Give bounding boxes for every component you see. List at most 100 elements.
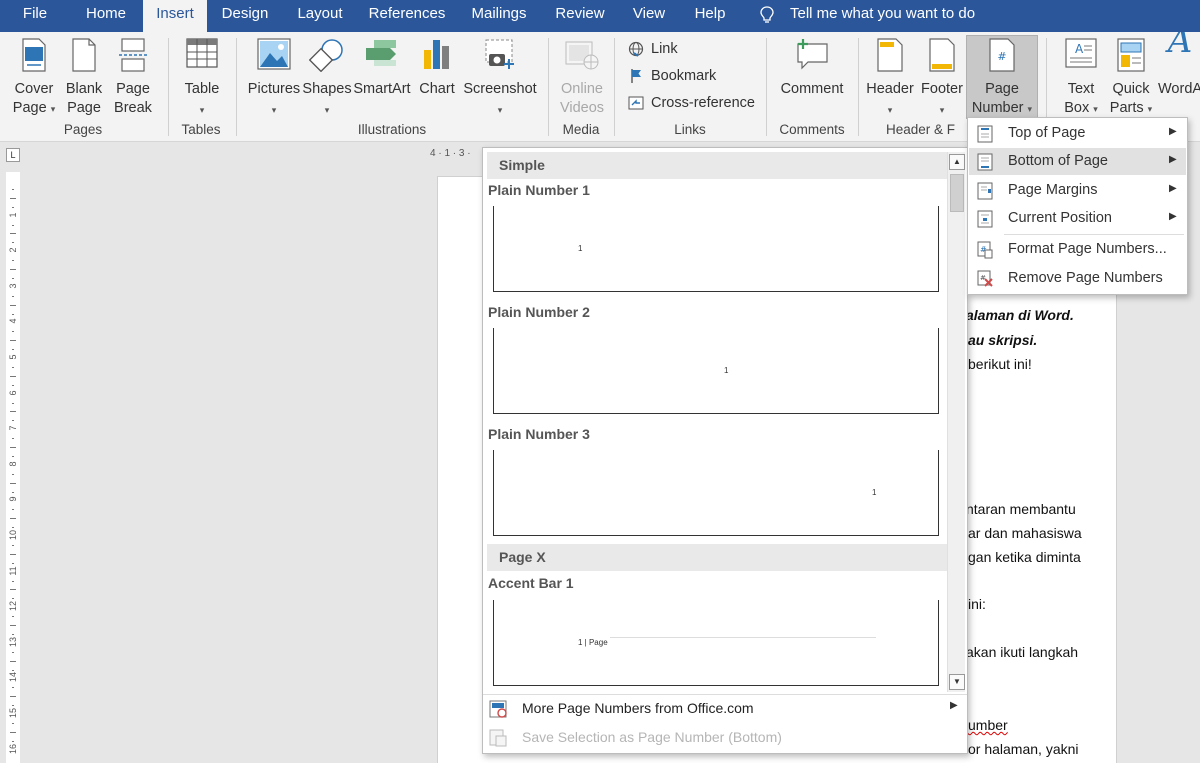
menu-item-remove-page-numbers[interactable]: # Remove Page Numbers (969, 265, 1186, 292)
save-selection-icon (489, 729, 507, 747)
ruler-tick (12, 295, 14, 297)
ruler-tick (12, 384, 14, 386)
ruler-tick (10, 375, 16, 377)
scrollbar-thumb[interactable] (950, 174, 964, 212)
chart-label: Chart (419, 81, 455, 97)
pictures-button[interactable]: Pictures ▾ (246, 38, 302, 120)
vertical-ruler: 1 2 3 4 5 6 7 8 9 10 11 12 13 14 15 16 (6, 172, 20, 763)
shapes-button[interactable]: Shapes ▾ (302, 38, 352, 120)
cover-page-label-1: Cover (14, 81, 54, 97)
gallery-item-title: Accent Bar 1 (488, 575, 574, 591)
current-position-label: Current Position (1008, 210, 1112, 226)
tab-references[interactable]: References (364, 0, 450, 32)
cross-reference-icon (628, 96, 644, 110)
chevron-down-icon: ▾ (271, 105, 277, 115)
ruler-tick (12, 598, 14, 600)
ruler-tick (10, 233, 16, 235)
comment-label: Comment (780, 81, 844, 97)
ruler-tick (12, 687, 14, 689)
ruler-tick (10, 411, 16, 413)
page-number-label-2: Number (971, 100, 1024, 116)
ruler-number: 11 (8, 565, 18, 576)
ruler-tick (12, 527, 14, 529)
ruler-tick (12, 455, 14, 457)
tab-insert[interactable]: Insert (143, 0, 207, 32)
page-number-preview: 1 (578, 244, 583, 253)
ruler-tick (12, 491, 14, 493)
ruler-tick (10, 518, 16, 520)
ruler-tick (12, 188, 14, 190)
doc-text-line: umber (968, 717, 1008, 733)
more-page-numbers-item[interactable]: More Page Numbers from Office.com ▶ (483, 695, 967, 723)
header-label: Header (866, 81, 914, 97)
menu-item-current-position[interactable]: Current Position ▶ (969, 205, 1186, 232)
page-number-menu: Top of Page ▶ Bottom of Page ▶ Page Marg… (967, 117, 1188, 295)
page-break-label-1: Page (116, 81, 150, 97)
doc-text-line: berikut ini! (968, 356, 1032, 372)
save-selection-item: Save Selection as Page Number (Bottom) (483, 724, 967, 752)
tab-view[interactable]: View (626, 0, 672, 32)
smartart-button[interactable]: SmartArt (352, 38, 412, 120)
tab-mailings[interactable]: Mailings (464, 0, 534, 32)
menu-item-bottom-of-page[interactable]: Bottom of Page ▶ (969, 148, 1186, 175)
doc-text-line: ini: (968, 596, 986, 612)
chevron-down-icon: ▾ (497, 105, 503, 115)
cover-page-button[interactable]: Cover Page ▾ (8, 38, 60, 120)
ruler-tick (12, 402, 14, 404)
ruler-tick (10, 269, 16, 270)
gallery-scrollbar[interactable]: ▲ ▼ (947, 152, 965, 692)
cross-reference-label: Cross-reference (651, 95, 755, 111)
ruler-number: 7 (8, 425, 18, 431)
page-number-button[interactable]: # Page Number ▾ (966, 38, 1038, 120)
group-label-header-footer: Header & F (886, 122, 956, 137)
scroll-down-icon[interactable]: ▼ (949, 674, 965, 690)
ruler-tick (12, 313, 14, 315)
online-videos-label-1: Online (561, 81, 603, 97)
link-icon (628, 41, 644, 57)
group-label-pages: Pages (63, 122, 103, 137)
gallery-item-plain-number-1[interactable]: 1 (493, 206, 939, 292)
ruler-tick (12, 260, 14, 262)
page-break-button[interactable]: Page Break (110, 38, 156, 120)
menu-item-top-of-page[interactable]: Top of Page ▶ (969, 120, 1186, 147)
tab-file[interactable]: File (10, 0, 60, 32)
ruler-tick (12, 277, 14, 279)
tab-layout[interactable]: Layout (289, 0, 351, 32)
ruler-tick (12, 206, 14, 208)
table-icon (186, 38, 218, 68)
chart-button[interactable]: Chart (414, 38, 460, 120)
comment-button[interactable]: Comment (776, 38, 848, 120)
ruler-number: 3 (8, 283, 18, 289)
lightbulb-icon (760, 6, 774, 23)
text-box-button[interactable]: A Text Box ▾ (1056, 38, 1106, 120)
blank-page-button[interactable]: Blank Page (62, 38, 106, 120)
group-label-comments: Comments (779, 122, 845, 137)
tab-design[interactable]: Design (213, 0, 277, 32)
gallery-item-title: Plain Number 3 (488, 426, 590, 442)
tab-selector[interactable]: L (6, 148, 20, 162)
ruler-tick (12, 562, 14, 564)
table-button[interactable]: Table ▾ (178, 38, 226, 120)
tab-review[interactable]: Review (549, 0, 611, 32)
tab-home[interactable]: Home (74, 0, 138, 32)
tab-help[interactable]: Help (686, 0, 734, 32)
menu-item-page-margins[interactable]: Page Margins ▶ (969, 177, 1186, 204)
header-button[interactable]: Header ▾ (864, 38, 916, 120)
gallery-item-plain-number-3[interactable]: 1 (493, 450, 939, 536)
footer-button[interactable]: Footer ▾ (916, 38, 968, 120)
gallery-item-plain-number-2[interactable]: 1 (493, 328, 939, 414)
text-box-label-1: Text (1067, 81, 1095, 97)
ruler-tick (10, 197, 16, 199)
chevron-down-icon: ▾ (50, 104, 56, 114)
gallery-item-accent-bar-1[interactable]: 1 | Page (493, 600, 939, 686)
ruler-tick (12, 669, 14, 671)
menu-item-format-page-numbers[interactable]: # Format Page Numbers... (969, 236, 1186, 263)
quick-parts-button[interactable]: Quick Parts ▾ (1106, 38, 1156, 120)
gallery-item-title: Plain Number 1 (488, 182, 590, 198)
wordart-button[interactable]: A WordA (1158, 32, 1200, 120)
scroll-up-icon[interactable]: ▲ (949, 154, 965, 170)
ruler-tick (10, 482, 16, 484)
screenshot-button[interactable]: Screenshot ▾ (462, 38, 538, 120)
footer-icon (929, 38, 955, 72)
page-break-label-2: Break (114, 100, 152, 116)
